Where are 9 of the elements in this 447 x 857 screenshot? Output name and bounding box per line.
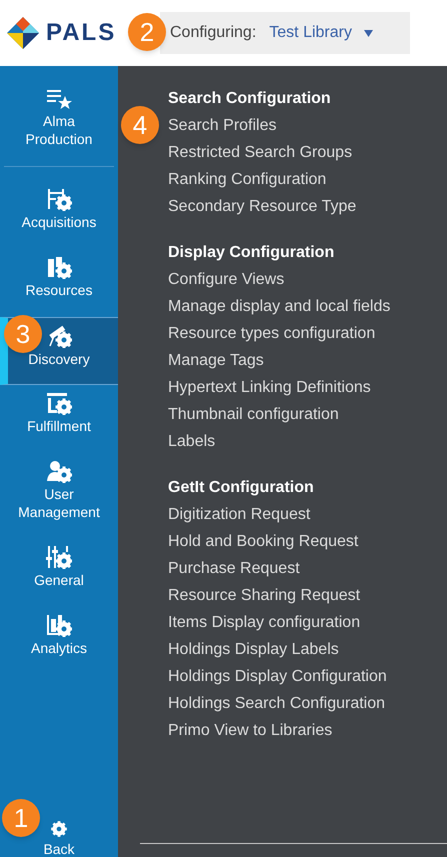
- step-number-overlay: 4: [121, 106, 159, 144]
- library-name: Test Library: [269, 23, 352, 43]
- logo-text: PALS: [46, 18, 116, 48]
- step-number-overlay: 1: [2, 799, 40, 837]
- configuring-label: Configuring:: [170, 23, 256, 43]
- section-heading: Display Configuration: [168, 243, 336, 263]
- section-heading: GetIt Configuration: [168, 478, 315, 498]
- step-number-overlay: 2: [128, 13, 166, 51]
- section-heading: Search Configuration: [168, 89, 332, 109]
